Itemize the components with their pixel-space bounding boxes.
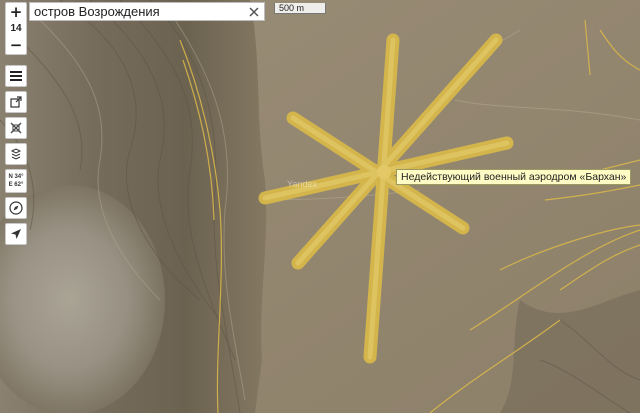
clear-search-icon[interactable] (244, 3, 264, 20)
map-watermark: Yandex (287, 179, 317, 189)
latitude-label: N 34° (8, 174, 24, 180)
share-button[interactable] (5, 91, 27, 113)
menu-button[interactable] (5, 65, 27, 87)
feature-tooltip: Недействующий военный аэродром «Бархан» (396, 169, 632, 185)
scale-bar: 500 m (274, 3, 326, 14)
longitude-label: E 62° (8, 182, 24, 188)
share-icon (10, 96, 22, 108)
map-toolbar: + 14 − N 34° E 62° (5, 2, 27, 245)
layers-icon (10, 122, 22, 134)
satellite-map[interactable] (0, 0, 640, 413)
search-input[interactable] (30, 3, 245, 20)
search-box (29, 2, 265, 21)
layers-button[interactable] (5, 117, 27, 139)
locate-button[interactable] (5, 223, 27, 245)
stack-icon (10, 148, 22, 160)
stack-button[interactable] (5, 143, 27, 165)
compass-button[interactable] (5, 197, 27, 219)
zoom-control: + 14 − (5, 2, 27, 55)
zoom-level: 14 (10, 23, 22, 34)
compass-icon (9, 201, 23, 215)
menu-icon (10, 71, 22, 81)
zoom-in-button[interactable]: + (6, 3, 26, 21)
locate-icon (11, 229, 21, 239)
coordinates-display[interactable]: N 34° E 62° (5, 169, 27, 193)
zoom-out-button[interactable]: − (6, 36, 26, 54)
